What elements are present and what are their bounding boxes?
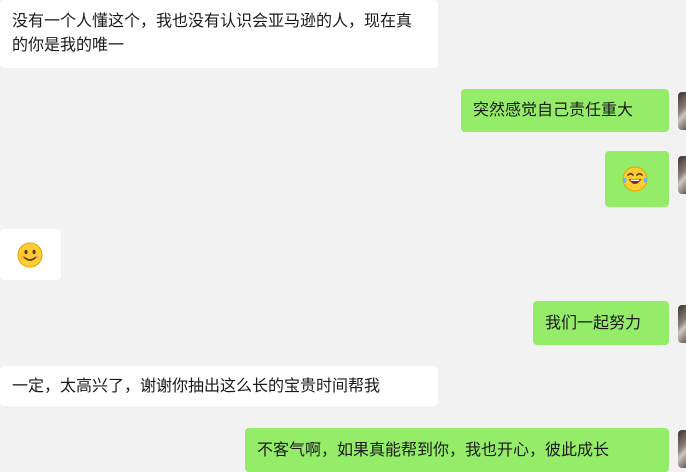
laughing-tears-emoji-icon: [622, 166, 648, 192]
message-bubble-sent[interactable]: 不客气啊，如果真能帮到你，我也开心，彼此成长: [245, 428, 669, 472]
message-bubble-sent[interactable]: 突然感觉自己责任重大: [461, 89, 669, 132]
avatar[interactable]: [678, 92, 686, 130]
message-bubble-sent[interactable]: 我们一起努力: [533, 301, 669, 345]
message-text: 我们一起努力: [545, 313, 642, 332]
message-text: 不客气啊，如果真能帮到你，我也开心，彼此成长: [257, 440, 610, 459]
message-text: 没有一个人懂这个，我也没有认识会亚马逊的人，现在真的你是我的唯一: [12, 11, 413, 54]
message-bubble-sent[interactable]: [605, 151, 669, 207]
message-text: 突然感觉自己责任重大: [473, 100, 634, 119]
avatar[interactable]: [678, 156, 686, 194]
message-bubble-received[interactable]: 一定，太高兴了，谢谢你抽出这么长的宝贵时间帮我: [0, 366, 438, 406]
message-text: 一定，太高兴了，谢谢你抽出这么长的宝贵时间帮我: [12, 376, 381, 395]
smile-emoji-icon: [17, 242, 43, 268]
avatar[interactable]: [678, 430, 686, 468]
avatar[interactable]: [678, 305, 686, 343]
message-bubble-received[interactable]: [0, 229, 61, 280]
message-bubble-received[interactable]: 没有一个人懂这个，我也没有认识会亚马逊的人，现在真的你是我的唯一: [0, 0, 438, 68]
